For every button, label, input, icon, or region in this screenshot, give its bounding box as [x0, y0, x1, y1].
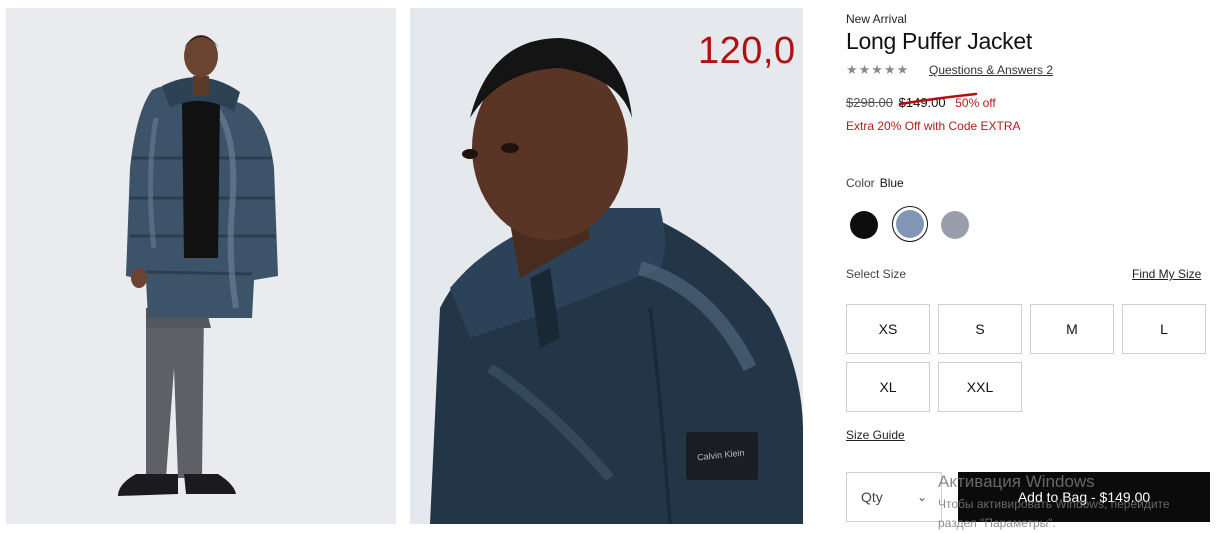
- original-price: $298.00: [846, 95, 893, 110]
- size-button-m[interactable]: M: [1030, 304, 1114, 354]
- windows-activation-line2: раздел "Параметры".: [938, 516, 1056, 530]
- size-button-l[interactable]: L: [1122, 304, 1206, 354]
- model-closeup-illustration: [410, 8, 803, 524]
- product-image-full-body[interactable]: [6, 8, 396, 524]
- size-guide-link[interactable]: Size Guide: [846, 428, 905, 442]
- color-row: Color Blue: [846, 176, 904, 190]
- handwritten-price-annotation: 120,0: [698, 30, 796, 72]
- swatch-black[interactable]: [850, 211, 878, 239]
- promo-text: Extra 20% Off with Code EXTRA: [846, 119, 1021, 133]
- new-arrival-badge: New Arrival: [846, 12, 907, 26]
- windows-activation-title: Активация Windows: [938, 472, 1095, 491]
- color-value: Blue: [879, 176, 904, 190]
- select-size-label: Select Size: [846, 267, 907, 281]
- quantity-select[interactable]: Qty ⌄: [846, 472, 942, 522]
- product-image-closeup[interactable]: Calvin Klein: [410, 8, 803, 524]
- find-my-size-link[interactable]: Find My Size: [1132, 267, 1201, 281]
- swatch-blue[interactable]: [896, 210, 924, 238]
- swatch-grey[interactable]: [941, 211, 969, 239]
- color-label: Color: [846, 176, 875, 190]
- handwritten-strike-line: [898, 92, 978, 106]
- size-button-xxl[interactable]: XXL: [938, 362, 1022, 412]
- model-full-body-illustration: [6, 8, 396, 524]
- chevron-down-icon: ⌄: [916, 490, 927, 504]
- size-button-xl[interactable]: XL: [846, 362, 930, 412]
- questions-answers-link[interactable]: Questions & Answers 2: [929, 63, 1053, 77]
- size-button-xs[interactable]: XS: [846, 304, 930, 354]
- windows-activation-line1: Чтобы активировать Windows, перейдите: [938, 497, 1170, 511]
- quantity-label: Qty: [861, 489, 883, 505]
- rating-stars-icon[interactable]: ★★★★★: [846, 62, 909, 78]
- product-title: Long Puffer Jacket: [846, 28, 1032, 54]
- size-button-s[interactable]: S: [938, 304, 1022, 354]
